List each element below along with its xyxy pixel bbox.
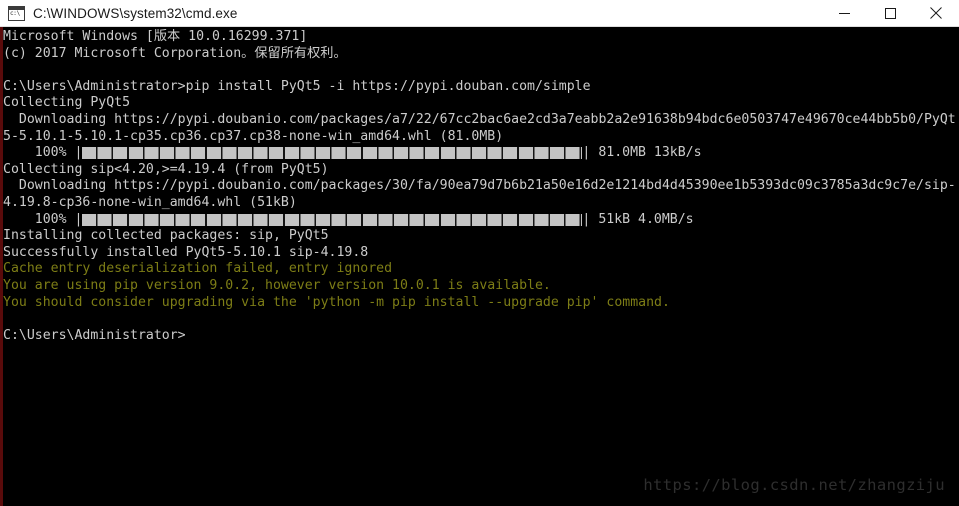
progress-bar-fill — [82, 213, 583, 226]
command-line: C:\Users\Administrator>pip install PyQt5… — [3, 78, 591, 94]
collecting-sip: Collecting sip<4.20,>=4.19.4 (from PyQt5… — [3, 161, 329, 177]
progress-bracket-right: | — [582, 211, 591, 227]
blank-1 — [3, 62, 959, 79]
downloading-sip-1: Downloading https://pypi.doubanio.com/pa… — [3, 178, 956, 194]
progress-percent: 100% — [3, 211, 75, 227]
progress-bracket-left: | — [74, 211, 83, 227]
console-output-area[interactable]: Microsoft Windows [版本 10.0.16299.371] (c)… — [0, 27, 959, 506]
console-line-list: Microsoft Windows [版本 10.0.16299.371] (c)… — [3, 29, 959, 344]
progress-stats: 81.0MB 13kB/s — [590, 145, 702, 161]
progress-stats: 51kB 4.0MB/s — [590, 211, 694, 227]
downloading-pyqt5-1: Downloading https://pypi.doubanio.com/pa… — [3, 111, 956, 127]
downloading-pyqt5-2: 5-5.10.1-5.10.1-cp35.cp36.cp37.cp38-none… — [3, 128, 504, 144]
collecting-pyqt5: Collecting PyQt5 — [3, 95, 131, 111]
copyright-line: (c) 2017 Microsoft Corporation。保留所有权利。 — [3, 45, 347, 61]
blank-2 — [3, 311, 959, 328]
pip-version-warning: You are using pip version 9.0.2, however… — [3, 277, 551, 293]
downloading-sip-2: 4.19.8-cp36-none-win_amd64.whl (51kB) — [3, 194, 297, 210]
maximize-button[interactable] — [867, 0, 913, 27]
success-line: Successfully installed PyQt5-5.10.1 sip-… — [3, 244, 369, 260]
final-prompt: C:\Users\Administrator> — [3, 327, 186, 343]
title-bar: C:\WINDOWS\system32\cmd.exe — [0, 0, 959, 27]
progress-line: 100% | | 51kB 4.0MB/s — [3, 212, 959, 229]
pip-upgrade-warning: You should consider upgrading via the 'p… — [3, 294, 670, 310]
progress-bracket-left: | — [74, 145, 83, 161]
progress-percent: 100% — [3, 145, 75, 161]
progress-bar-fill — [82, 147, 583, 160]
close-button[interactable] — [913, 0, 959, 27]
version-line: Microsoft Windows [版本 10.0.16299.371] — [3, 29, 308, 44]
window-title: C:\WINDOWS\system32\cmd.exe — [33, 5, 238, 21]
watermark-text: https://blog.csdn.net/zhangziju — [643, 476, 945, 494]
cache-warning: Cache entry deserialization failed, entr… — [3, 261, 393, 277]
cmd-icon — [8, 5, 25, 21]
installing-line: Installing collected packages: sip, PyQt… — [3, 228, 329, 244]
window-controls — [821, 0, 959, 27]
cmd-window: C:\WINDOWS\system32\cmd.exe Micros — [0, 0, 959, 506]
progress-bracket-right: | — [582, 145, 591, 161]
minimize-button[interactable] — [821, 0, 867, 27]
progress-line: 100% | | 81.0MB 13kB/s — [3, 145, 959, 162]
